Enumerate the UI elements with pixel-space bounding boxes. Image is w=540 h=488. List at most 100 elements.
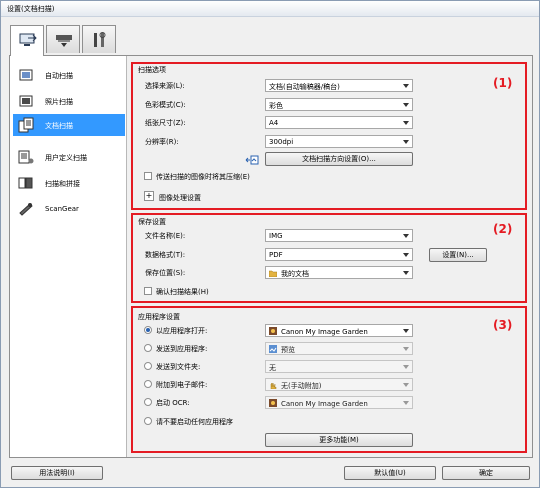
chevron-down-icon [403,401,409,405]
nav-label: 扫描和拼接 [45,180,80,188]
settings-content: 扫描选项 (1) 选择来源(L): 文档(自动输稿器/稿台) 色彩模式(C): … [127,56,532,457]
resolution-select[interactable]: 300dpi [265,135,413,148]
callout-1: (1) [493,76,513,90]
nav-label: ScanGear [45,205,79,213]
preview-icon [269,345,277,353]
chevron-down-icon [403,329,409,333]
paper-size-select[interactable]: A4 [265,116,413,129]
settings-panel: 自动扫描 照片扫描 文档扫描 用户定义扫描 扫描和拼接 ScanGear 扫描选… [9,55,533,458]
open-with-app-select[interactable]: Canon My Image Garden [265,324,413,337]
save-location-value: 我的文档 [281,270,309,278]
nav-item-scangear[interactable]: ScanGear [13,198,125,220]
save-settings-title: 保存设置 [138,218,166,226]
general-settings-tab[interactable] [82,25,116,53]
start-ocr-select[interactable]: Canon My Image Garden [265,396,413,409]
chevron-down-icon [403,234,409,238]
chevron-down-icon [403,84,409,88]
nav-item-stitch-scan[interactable]: 扫描和拼接 [13,172,125,194]
chevron-down-icon [403,347,409,351]
color-mode-label: 色彩模式(C): [145,101,186,109]
chevron-down-icon [403,271,409,275]
application-settings-title: 应用程序设置 [138,313,180,321]
image-garden-icon [269,399,277,407]
send-to-folder-select[interactable]: 无 [265,360,413,373]
nav-label: 自动扫描 [45,72,73,80]
no-app-radio[interactable] [144,417,152,425]
paper-size-label: 纸张尺寸(Z): [145,119,186,127]
document-orientation-icon [245,155,259,165]
confirm-results-checkbox[interactable] [144,287,152,295]
send-to-folder-label: 发送到文件夹: [156,363,201,371]
nav-label: 用户定义扫描 [45,154,87,162]
start-ocr-radio[interactable] [144,398,152,406]
source-value: 文档(自动输稿器/稿台) [269,83,340,91]
attach-email-value: 无(手动附加) [281,382,322,390]
chevron-down-icon [403,253,409,257]
send-to-folder-value: 无 [269,364,276,372]
chevron-down-icon [403,140,409,144]
image-processing-label: 图像处理设置 [159,194,201,202]
auto-scan-icon [19,69,33,81]
send-to-app-label: 发送到应用程序: [156,345,208,353]
image-garden-icon [269,327,277,335]
compress-label: 传送扫描的图像时将其压缩(E) [156,173,250,181]
more-functions-button[interactable]: 更多功能(M) [265,433,413,447]
save-location-label: 保存位置(S): [145,269,186,277]
instructions-button[interactable]: 用法说明(I) [11,466,103,480]
callout-2: (2) [493,222,513,236]
attach-email-select[interactable]: 无(手动附加) [265,378,413,391]
nav-item-auto-scan[interactable]: 自动扫描 [13,64,125,86]
confirm-results-label: 确认扫描结果(H) [156,288,209,296]
nav-item-document-scan[interactable]: 文档扫描 [13,114,125,136]
send-to-app-radio[interactable] [144,344,152,352]
source-select[interactable]: 文档(自动输稿器/稿台) [265,79,413,92]
filename-field[interactable]: IMG [265,229,413,242]
open-with-app-label: 以应用程序打开: [156,327,208,335]
data-format-select[interactable]: PDF [265,248,413,261]
document-scan-icon [18,117,34,133]
nav-item-photo-scan[interactable]: 照片扫描 [13,90,125,112]
custom-scan-icon [18,150,34,164]
ok-button[interactable]: 确定 [442,466,530,480]
scangear-icon [19,203,33,216]
chevron-down-icon [403,365,409,369]
open-with-app-value: Canon My Image Garden [281,328,368,336]
data-format-label: 数据格式(T): [145,251,186,259]
nav-item-custom-scan[interactable]: 用户定义扫描 [13,146,125,168]
start-ocr-label: 启动 OCR: [156,399,190,407]
attach-email-label: 附加到电子邮件: [156,381,208,389]
scan-from-panel-tab[interactable] [46,25,80,53]
stitch-scan-icon [18,177,33,189]
photo-scan-icon [19,95,33,107]
chevron-down-icon [403,103,409,107]
callout-3: (3) [493,318,513,332]
computer-scan-icon [19,33,37,46]
color-mode-select[interactable]: 彩色 [265,98,413,111]
filename-value: IMG [269,232,283,240]
color-mode-value: 彩色 [269,102,283,110]
resolution-label: 分辨率(R): [145,138,179,146]
chevron-down-icon [403,383,409,387]
folder-icon [269,270,277,277]
hand-icon [270,382,277,389]
send-to-app-select[interactable]: 预览 [265,342,413,355]
defaults-button[interactable]: 默认值(U) [344,466,436,480]
send-to-folder-radio[interactable] [144,362,152,370]
start-ocr-value: Canon My Image Garden [281,400,368,408]
nav-label: 照片扫描 [45,98,73,106]
format-settings-button[interactable]: 设置(N)... [429,248,487,262]
open-with-app-radio[interactable] [144,326,152,334]
window-title: 设置(文档扫描) [1,1,539,17]
paper-size-value: A4 [269,119,279,127]
no-app-label: 请不要启动任何应用程序 [156,418,233,426]
expand-image-processing-button[interactable]: + [144,191,154,201]
chevron-down-icon [403,121,409,125]
attach-email-radio[interactable] [144,380,152,388]
source-label: 选择来源(L): [145,82,185,90]
save-location-select[interactable]: 我的文档 [265,266,413,279]
scan-from-computer-tab[interactable] [10,25,44,56]
tools-icon [94,32,106,47]
compress-checkbox[interactable] [144,172,152,180]
orientation-settings-button[interactable]: 文档扫描方向设置(O)... [265,152,413,166]
resolution-value: 300dpi [269,138,294,146]
